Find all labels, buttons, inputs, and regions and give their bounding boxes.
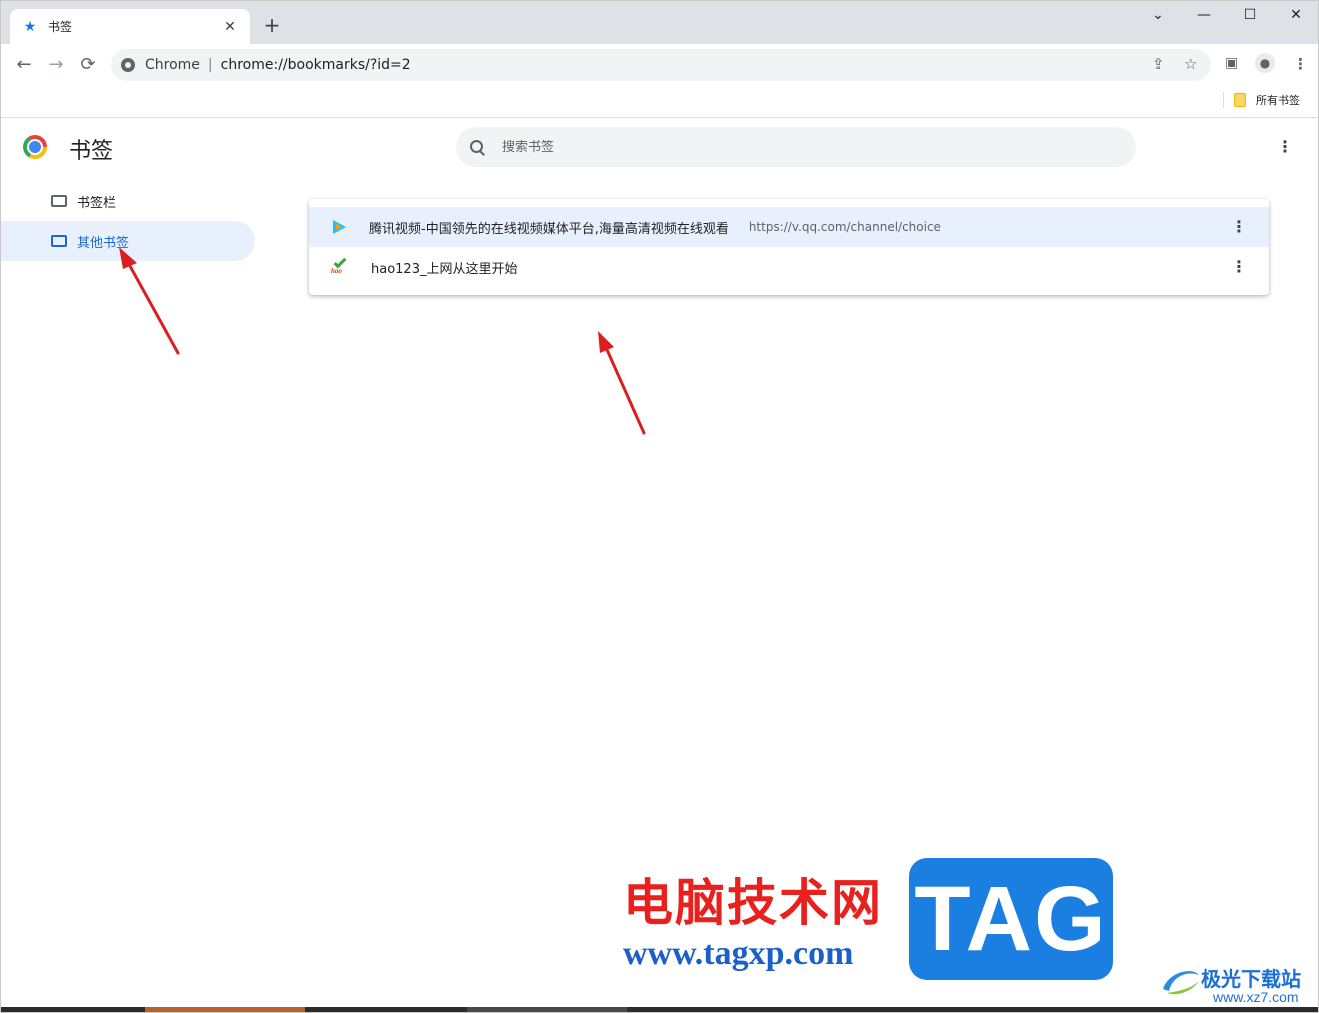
bookmarks-bar: 所有书签 [1,86,1318,118]
taskbar-item[interactable] [145,1007,305,1012]
address-bar[interactable]: Chrome | chrome://bookmarks/?id=2 [111,49,1211,81]
bookmarks-manager-header: 书签 ⋮ [1,119,1318,177]
annotation-arrow [119,247,180,355]
url-text[interactable]: chrome://bookmarks/?id=2 [221,57,411,73]
forward-button[interactable]: → [43,52,69,78]
search-box[interactable] [456,127,1136,167]
sidebar-item-bookmarks-bar[interactable]: 书签栏 [1,181,255,221]
bookmark-url: https://v.qq.com/channel/choice [748,220,941,234]
chrome-logo-icon [23,135,47,159]
search-icon [470,140,484,154]
bookmark-more-kebab-icon[interactable]: ⋮ [1227,255,1251,279]
page-title: 书签 [69,139,114,164]
menu-kebab-icon[interactable]: ⋮ [1293,55,1308,73]
tab-strip: ★ 书签 ✕ + ⌄ — ☐ ✕ [1,1,1318,44]
bookmark-star-icon[interactable]: ☆ [1184,55,1197,73]
toolbar: ← → ⟳ Chrome | chrome://bookmarks/?id=2 … [1,44,1318,86]
watermark-site-url: www.tagxp.com [623,935,854,972]
all-bookmarks-label: 所有书签 [1256,94,1300,107]
folder-icon [1234,93,1246,107]
aurora-swirl-icon [1163,971,1199,995]
bookmark-title: hao123_上网从这里开始 [371,261,518,277]
side-panel-icon[interactable]: ▣ [1225,55,1238,71]
reload-button[interactable]: ⟳ [75,52,101,78]
tab-bookmarks[interactable]: ★ 书签 ✕ [10,9,250,44]
bookmark-list: 腾讯视频-中国领先的在线视频媒体平台,海量高清视频在线观看 https://v.… [309,199,1269,295]
browser-window: ★ 书签 ✕ + ⌄ — ☐ ✕ ← → ⟳ Chrome | chrome:/… [0,0,1319,1013]
minimize-button[interactable]: — [1181,7,1227,27]
tab-close-icon[interactable]: ✕ [222,19,238,35]
search-input[interactable] [502,139,1102,155]
maximize-button[interactable]: ☐ [1227,7,1273,27]
watermark-tag-logo: TAG [909,858,1113,980]
back-button[interactable]: ← [11,52,37,78]
url-separator: | [207,57,213,73]
new-tab-button[interactable]: + [260,13,284,37]
bookmark-row[interactable]: 腾讯视频-中国领先的在线视频媒体平台,海量高清视频在线观看 https://v.… [309,207,1269,247]
taskbar-strip [1,1007,1318,1012]
bookmarks-bar-divider [1223,92,1224,108]
sidebar-item-label: 书签栏 [77,195,117,211]
hao123-logo-text: hao [331,267,342,275]
tab-title: 书签 [48,20,73,34]
bookmark-title: 腾讯视频-中国领先的在线视频媒体平台,海量高清视频在线观看 [369,221,729,237]
watermark-site-name: 电脑技术网 [623,873,883,932]
tencent-video-icon [331,219,347,235]
folder-icon [51,235,67,247]
site-chip: Chrome [145,57,200,73]
hao123-icon: hao [331,255,349,275]
all-bookmarks-button[interactable]: 所有书签 [1234,92,1300,108]
watermark-brand: 极光下载站 [1201,967,1301,991]
share-icon[interactable]: ⇪ [1152,55,1165,73]
folder-icon [51,195,67,207]
taskbar-item[interactable] [467,1007,627,1012]
annotation-arrow [598,331,646,435]
watermark-brand-url: www.xz7.com [1213,989,1299,1005]
tab-search-chevron-down-icon[interactable]: ⌄ [1135,7,1181,27]
bookmark-more-kebab-icon[interactable]: ⋮ [1227,215,1251,239]
close-window-button[interactable]: ✕ [1273,7,1318,27]
chrome-site-icon [121,58,135,72]
manager-menu-kebab-icon[interactable]: ⋮ [1273,135,1297,159]
profile-avatar[interactable]: ● [1255,53,1275,73]
bookmark-row[interactable]: hao hao123_上网从这里开始 ⋮ [309,247,1269,287]
star-icon: ★ [23,18,37,35]
